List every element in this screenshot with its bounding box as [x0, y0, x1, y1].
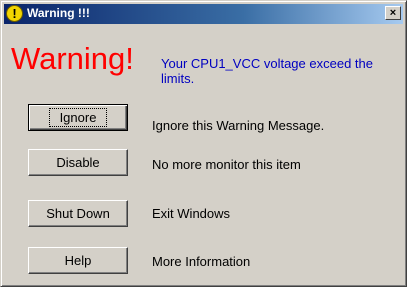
window-title: Warning !!!: [27, 6, 90, 20]
help-description: More Information: [152, 254, 251, 269]
warning-icon: !: [6, 5, 23, 22]
ignore-description: Ignore this Warning Message.: [152, 118, 325, 133]
help-button[interactable]: Help: [28, 247, 128, 274]
disable-button[interactable]: Disable: [28, 149, 128, 176]
close-button[interactable]: ×: [385, 6, 401, 20]
shut-down-button[interactable]: Shut Down: [28, 200, 128, 227]
title-bar[interactable]: ! Warning !!! ×: [4, 4, 403, 24]
shut-down-description: Exit Windows: [152, 206, 231, 221]
ignore-button[interactable]: Ignore: [28, 104, 128, 131]
disable-description: No more monitor this item: [152, 157, 301, 172]
warning-heading: Warning!: [11, 41, 134, 76]
ignore-button-label: Ignore: [48, 108, 108, 127]
warning-dialog: ! Warning !!! × Warning! Your CPU1_VCC v…: [0, 0, 407, 287]
warning-message: Your CPU1_VCC voltage exceed the limits.: [161, 56, 373, 86]
